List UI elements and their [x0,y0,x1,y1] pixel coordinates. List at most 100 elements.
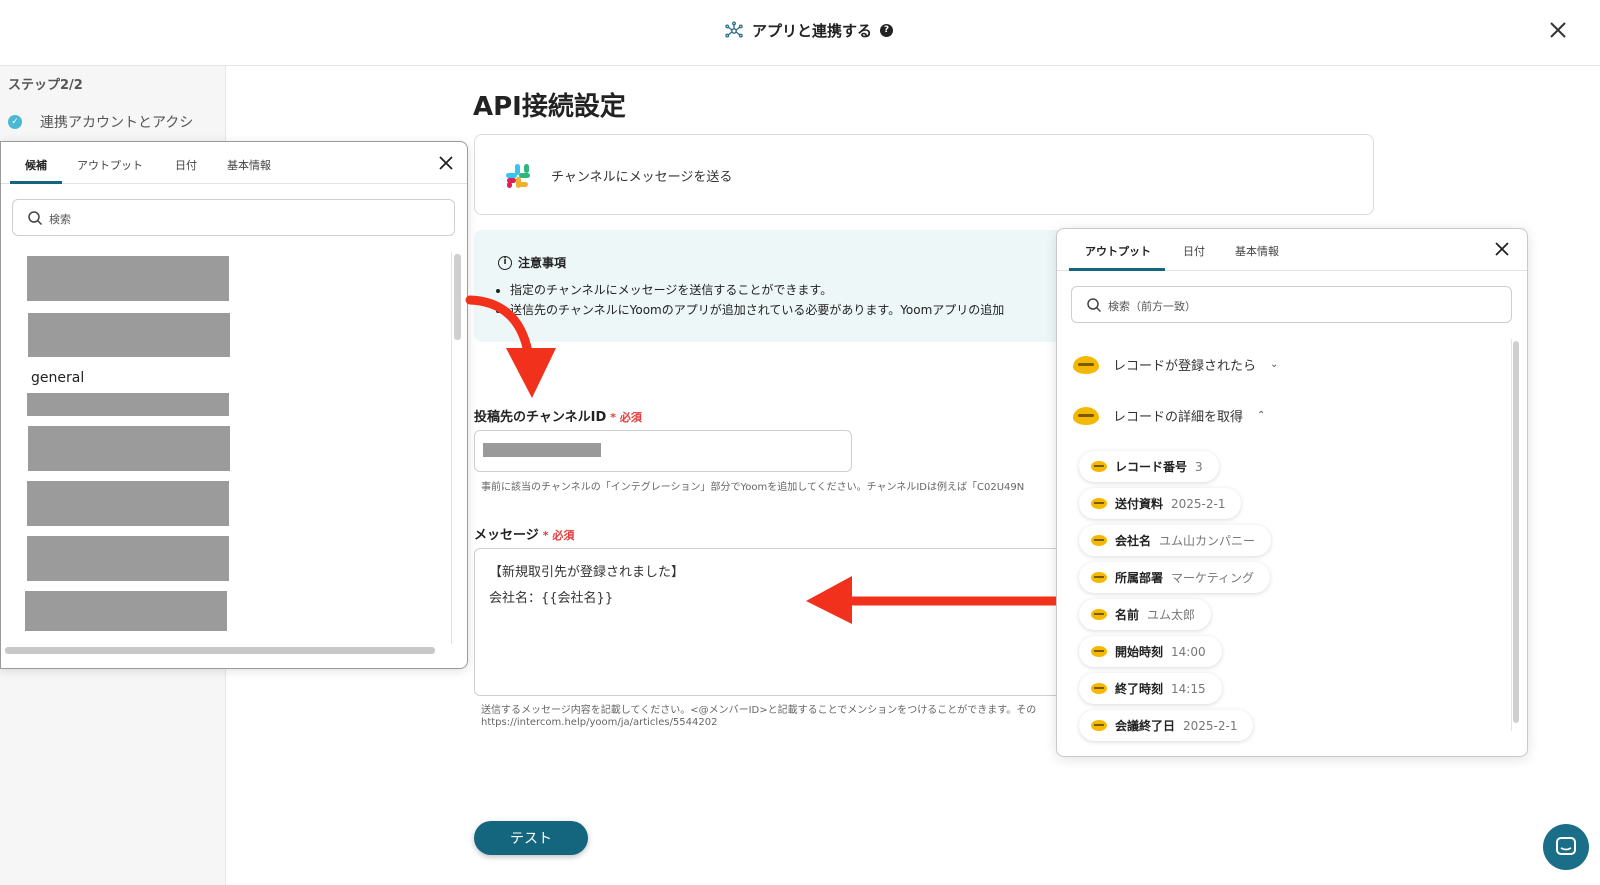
redacted-channel[interactable] [27,481,229,526]
search-icon [1087,298,1102,313]
channel-general[interactable]: general [31,370,84,386]
horizontal-scrollbar[interactable] [5,647,435,654]
field-value: 14:00 [1171,644,1206,659]
close-dialog-icon[interactable] [1546,18,1570,42]
field-value: ユム山カンパニー [1159,534,1256,548]
chat-icon [1556,837,1576,855]
message-label: メッセージ * 必須 [474,524,574,543]
picker-tabs: 候補 アウトプット 日付 基本情報 [1,142,467,184]
dialog-title-text: アプリと連携する [752,22,873,40]
info-icon: i [498,255,512,270]
output-field-chip[interactable]: 名前 ユム太郎 [1079,599,1212,630]
picker-tabs: アウトプット 日付 基本情報 [1057,229,1527,271]
close-icon[interactable] [1493,240,1511,258]
field-value: 14:15 [1171,681,1206,696]
tab-date[interactable]: 日付 [1183,243,1205,259]
output-field-chip[interactable]: 会議終了日 2025-2-1 [1079,710,1254,741]
action-name: チャンネルにメッセージを送る [551,170,733,185]
output-field-chip[interactable]: 会社名 ユム山カンパニー [1079,525,1272,556]
tab-basic-info[interactable]: 基本情報 [227,157,271,173]
page-title: API接続設定 [473,92,626,122]
tab-output[interactable]: アウトプット [1085,243,1151,259]
close-icon[interactable] [437,154,455,172]
field-name: 会社名 [1115,534,1152,548]
field-name: 所属部署 [1115,571,1164,585]
notice-list: 指定のチャンネルにメッセージを送信することができます。 送信先のチャンネルにYo… [510,280,1004,320]
active-tab-indicator [1069,268,1165,271]
notice-item: 指定のチャンネルにメッセージを送信することができます。 [510,280,1004,300]
message-line: 【新規取引先が登録されました】 [489,565,685,580]
slack-icon [506,164,530,188]
search-input[interactable]: 検索（前方一致） [1071,286,1512,323]
vertical-scrollbar[interactable] [1513,341,1519,723]
tab-date[interactable]: 日付 [175,157,197,173]
active-tab-indicator [10,181,62,184]
kintone-icon [1073,355,1099,374]
output-field-chip[interactable]: レコード番号 3 [1079,451,1219,482]
search-input[interactable]: 検索 [12,199,455,236]
required-badge: * 必須 [542,529,575,542]
channel-id-label: 投稿先のチャンネルID * 必須 [474,406,642,425]
redacted-channel[interactable] [25,591,227,631]
tab-candidates[interactable]: 候補 [25,157,47,173]
search-icon [28,211,43,226]
output-field-chip[interactable]: 所属部署 マーケティング [1079,562,1271,593]
channel-id-input[interactable] [474,430,852,472]
group-record-details[interactable]: レコードの詳細を取得 ⌃ [1073,406,1265,425]
redacted-channel-id [483,443,601,457]
integration-icon [725,20,743,38]
group-label: レコードが登録されたら [1113,359,1257,374]
kintone-icon [1091,683,1107,694]
tab-output[interactable]: アウトプット [77,157,143,173]
redacted-channel[interactable] [28,426,230,471]
redacted-channel[interactable] [27,393,229,416]
field-name: 終了時刻 [1115,682,1164,696]
message-line: 会社名：{{会社名}} [489,591,614,606]
notice-item: 送信先のチャンネルにYoomのアプリが追加されている必要があります。Yoomアプ… [510,300,1004,320]
chevron-down-icon: ⌄ [1270,359,1279,370]
message-label-text: メッセージ [474,528,539,543]
check-icon: ✓ [8,115,22,129]
annotation-arrow-down [465,295,556,398]
search-placeholder: 検索 [49,213,71,226]
kintone-icon [1091,461,1107,472]
step-item-label: 連携アカウントとアクシ [40,115,194,131]
tab-basic-info[interactable]: 基本情報 [1235,243,1279,259]
field-value: ユム太郎 [1147,608,1196,622]
scroll-track [1511,339,1512,731]
field-name: レコード番号 [1115,460,1188,474]
field-value: 3 [1195,459,1203,474]
header-bar: アプリと連携する ? [0,0,1600,66]
output-field-chip[interactable]: 終了時刻 14:15 [1079,673,1222,704]
kintone-icon [1091,572,1107,583]
chat-support-button[interactable] [1543,824,1589,870]
field-value: 2025-2-1 [1183,718,1238,733]
dialog-title: アプリと連携する ? [724,20,894,41]
help-icon[interactable]: ? [880,24,894,37]
candidate-picker-panel: 候補 アウトプット 日付 基本情報 検索 general [0,141,468,669]
redacted-channel[interactable] [28,313,230,357]
kintone-icon [1091,646,1107,657]
notice-heading-text: 注意事項 [518,256,567,270]
kintone-icon [1091,535,1107,546]
help-link[interactable]: https://intercom.help/yoom/ja/articles/5… [481,717,717,728]
redacted-channel[interactable] [27,536,229,581]
kintone-icon [1091,498,1107,509]
annotation-arrow-left [806,576,1056,624]
step-item[interactable]: ✓ 連携アカウントとアクシ [8,112,193,132]
field-name: 名前 [1115,608,1140,622]
test-button[interactable]: テスト [474,821,588,855]
output-field-chip[interactable]: 送付資料 2025-2-1 [1079,488,1242,519]
channel-id-label-text: 投稿先のチャンネルID [474,410,607,425]
redacted-channel[interactable] [27,256,229,301]
output-picker-panel: アウトプット 日付 基本情報 検索（前方一致） レコードが登録されたら ⌄ レコ… [1056,228,1528,757]
kintone-icon [1073,406,1099,425]
steps-label: ステップ2/2 [8,78,83,93]
group-record-registered[interactable]: レコードが登録されたら ⌄ [1073,355,1278,374]
output-field-chip[interactable]: 開始時刻 14:00 [1079,636,1222,667]
chevron-up-icon: ⌃ [1257,410,1266,421]
field-name: 会議終了日 [1115,719,1176,733]
field-name: 送付資料 [1115,497,1164,511]
field-value: マーケティング [1171,571,1255,585]
scroll-track [451,252,452,644]
